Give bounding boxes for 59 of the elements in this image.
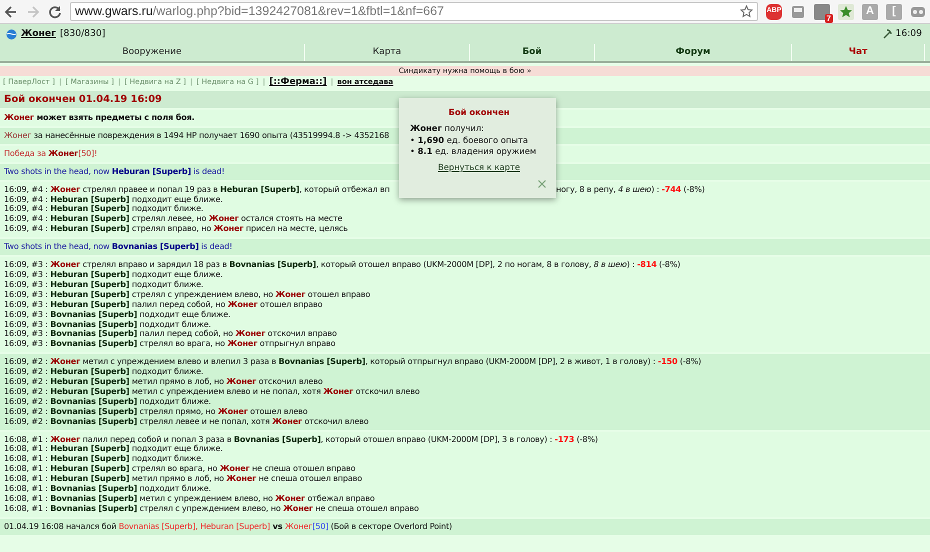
log-line: 16:08, #1 : Bovnanias [Superb] метил с упреждением влево, но Жонег отбежал вправо: [4, 494, 375, 504]
globe-icon: [6, 28, 17, 40]
log-line: 16:08, #1 : Heburan [Superb] стрелял во врага, но Жонег не спеша отошел вправо: [4, 464, 356, 474]
notification-badge: 7: [824, 14, 833, 22]
log-line: Two shots in the head, now Bovnanias [Superb] is dead!: [4, 242, 232, 252]
nav-link[interactable]: Карта: [305, 44, 470, 61]
log-line: 16:08, #1 : Heburan [Superb] подходит еще ближе.: [4, 444, 223, 454]
farm-link[interactable]: [::Ферма::]: [269, 76, 327, 90]
log-line: 16:09, #2 : Жонег метил с упреждением влево и влепил 3 раза в Bovnanias [Superb], который отпрыгнул вправо (UKM-2000M [DP], 2 в живот, 1 в голову) : -150 (-8%): [4, 357, 702, 368]
reload-icon[interactable]: [48, 4, 62, 18]
log-line: 16:08, #1 : Heburan [Superb] подходит ближе.: [4, 454, 204, 464]
log-line: Two shots in the head, now Heburan [Superb] is dead!: [4, 166, 225, 177]
log-line: 16:09, #4 : Heburan [Superb] стрелял левее, но Жонег остался стоять на месте: [4, 214, 342, 224]
log-line: 16:09, #3 : Bovnanias [Superb] подходит ближе.: [4, 320, 211, 330]
log-line: 16:09, #2 : Bovnanias [Superb] подходит ближе.: [4, 396, 211, 407]
nav-link[interactable]: Вооружение: [0, 44, 305, 61]
reward-item: • 8.1 ед. владения оружием: [410, 146, 538, 158]
close-icon[interactable]: [538, 180, 546, 188]
clock-time: 16:09: [896, 27, 922, 41]
log-line: 16:09, #4 : Heburan [Superb] стрелял вправо, но Жонег присел на месте, целясь: [4, 224, 348, 234]
pickaxe-icon: [882, 29, 892, 39]
log-line: 16:09, #3 : Heburan [Superb] палил перед собой, но Жонег отошел вправо: [4, 300, 322, 310]
battle-title: Бой окончен 01.04.19 16:09: [0, 91, 930, 108]
log-line: 01.04.19 16:08 начался бой Bovnanias [Superb], Heburan [Superb] vs Жонег[50] (Бой в секторе Overlord Point): [4, 522, 452, 532]
log-line: Победа за Жонег[50]!: [4, 148, 98, 159]
star-icon[interactable]: [838, 4, 854, 20]
popup-text: Жонег получил:: [410, 122, 485, 135]
log-line: 16:09, #3 : Heburan [Superb] подходит ближе.: [4, 280, 204, 290]
bookmark-star-icon[interactable]: [740, 5, 753, 18]
log-line: 16:09, #4 : Жонег стрелял правее и попал 19 раз в Heburan [Superb], который отбежал вп ногу, 8 в репу, 4 в шею) : -744 (-8%): [4, 184, 705, 195]
popup-title: Бой окончен: [447, 107, 511, 119]
log-line: 16:09, #2 : Heburan [Superb] подходит ближе.: [4, 367, 204, 378]
log-line: 16:08, #1 : Жонег палил перед собой и попал 3 раза в Bovnanias [Superb], который отошел вправо (UKM-2000M [DP], 3 в голову) : -173 (-8%): [4, 434, 598, 444]
log-line: 16:09, #3 : Heburan [Superb] стрелял с упреждением влево, но Жонег отошел вправо: [4, 290, 370, 300]
log-line: 16:08, #1 : Heburan [Superb] метил прямо в лоб, но Жонег не спеша отошел вправо: [4, 474, 362, 484]
nav-link[interactable]: Форум: [595, 44, 792, 61]
log-line: 16:08, #1 : Bovnanias [Superb] стрелял с упреждением влево, но Жонег не спеша отошел вправо: [4, 504, 419, 514]
back-icon[interactable]: [4, 4, 18, 18]
log-line: 16:08, #1 : Bovnanias [Superb] подходит ближе.: [4, 484, 211, 494]
log-line: 16:09, #2 : Bovnanias [Superb] стрелял левее и не попал, хотя Жонег отскочил влево: [4, 416, 369, 427]
log-line: 16:09, #2 : Heburan [Superb] метил с упреждением влево и не попал, хотя Жонег отскочил влево: [4, 386, 420, 397]
log-line: 16:09, #3 : Bovnanias [Superb] палил перед собой, но Жонег отскочил вправо: [4, 329, 337, 340]
log-line: Жонег за нанесённые повреждения в 1494 HP получает 1690 опыта (43519994.8 -> 4352168: [4, 130, 390, 141]
address-bar[interactable]: www.gwars.ru/warlog.php?bid=1392427081&rev=1&fbtl=1&nf=667: [70, 2, 758, 21]
reward-item: • 1,690 ед. боевого опыта: [410, 134, 529, 146]
back-to-map-link[interactable]: Вернуться к карте: [410, 162, 548, 174]
player-link[interactable]: Жонег: [21, 27, 56, 41]
hp-text: [830/830]: [60, 27, 106, 41]
nav-link[interactable]: Чат: [792, 44, 925, 61]
nav-link[interactable]: Бой: [470, 44, 595, 61]
log-line: 16:09, #3 : Bovnanias [Superb] подходит еще ближе.: [4, 310, 230, 320]
log-line: 16:09, #4 : Heburan [Superb] подходит еще ближе.: [4, 194, 223, 204]
log-line: Жонег может взять предметы с поля боя.: [4, 113, 195, 123]
log-line: 16:09, #3 : Heburan [Superb] подходит еще ближе.: [4, 270, 223, 280]
log-line: 16:09, #3 : Жонег стрелял вправо и зарядил 18 раз в Bovnanias [Superb], который отошел вправо (UKM-2000M [DP], 2 по ногам, 8 в голову, 8 в шею) : -814 (-8%): [4, 260, 680, 270]
log-line: 16:09, #2 : Heburan [Superb] метил прямо в лоб, но Жонег отскочил влево: [4, 377, 323, 387]
log-line: 16:09, #2 : Bovnanias [Superb] стрелял прямо, но Жонег отошел влево: [4, 406, 308, 417]
log-line: 16:09, #3 : Bovnanias [Superb] стрелял во врага, но Жонег отпрыгнул вправо: [4, 339, 336, 350]
log-line: 16:09, #4 : Heburan [Superb] подходит ближе.: [4, 204, 204, 214]
